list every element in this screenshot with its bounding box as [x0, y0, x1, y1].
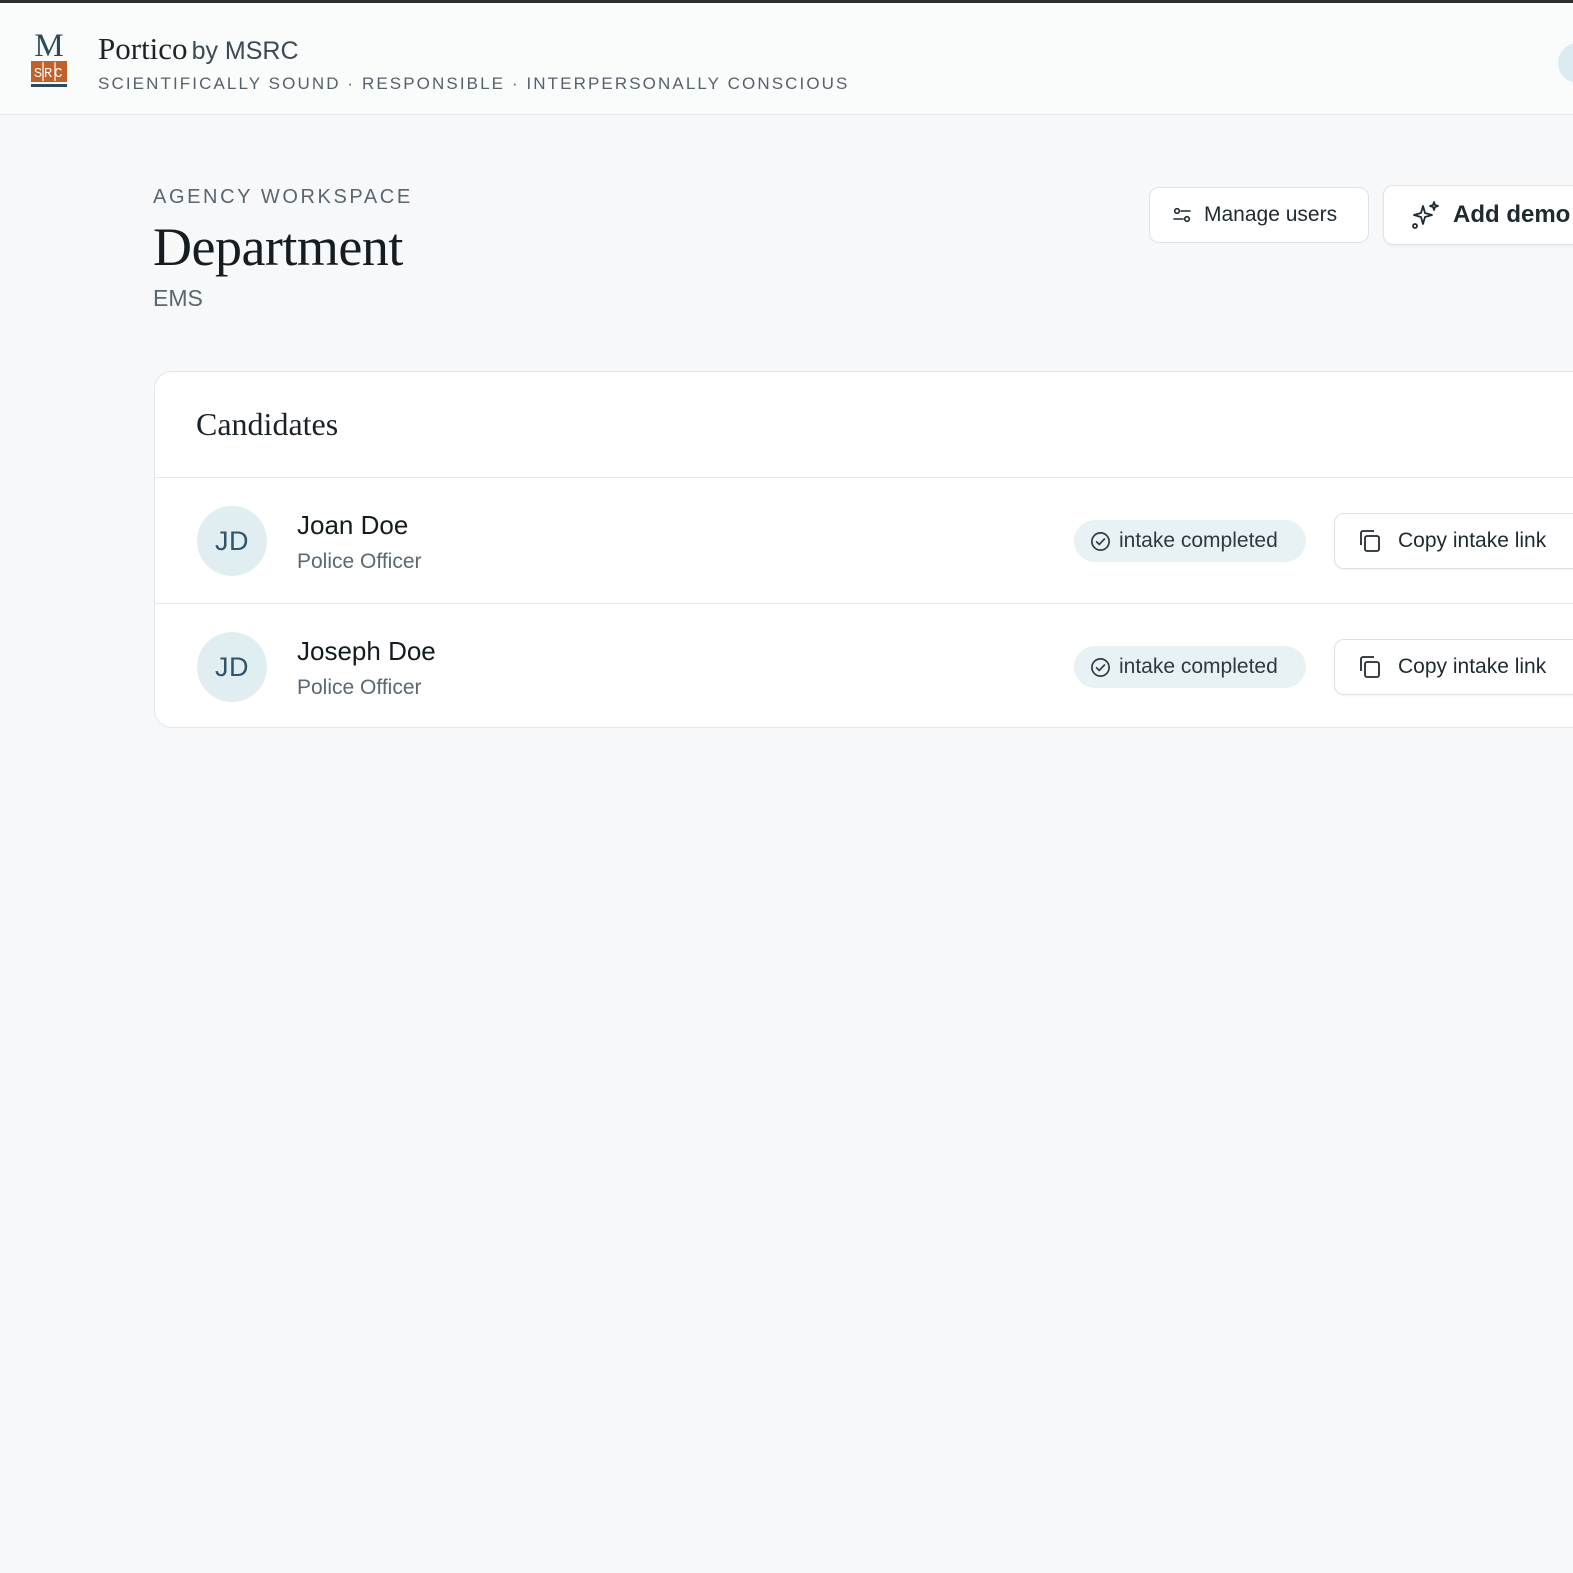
copy-intake-link-label: Copy intake link — [1398, 529, 1547, 552]
status-badge: intake completed — [1074, 646, 1306, 688]
sparkles-icon — [1412, 201, 1439, 229]
logo-sub: SRC — [34, 66, 65, 82]
workspace-eyebrow: AGENCY WORKSPACE — [153, 186, 413, 208]
brand-name: Portico — [98, 31, 188, 66]
candidate-row[interactable]: JD Joseph Doe Police Officer intake comp… — [155, 604, 1573, 729]
copy-icon — [1360, 656, 1380, 678]
copy-intake-link-button[interactable]: Copy intake link — [1334, 639, 1573, 695]
page-title: Department — [153, 217, 403, 277]
tagline: SCIENTIFICALLY SOUND · RESPONSIBLE · INT… — [98, 74, 850, 93]
candidate-row[interactable]: JD Joan Doe Police Officer intake comple… — [155, 478, 1573, 603]
candidates-title: Candidates — [196, 406, 339, 442]
brand-suffix: by MSRC — [191, 37, 299, 65]
check-circle-icon — [1091, 531, 1110, 551]
status-label: intake completed — [1119, 529, 1278, 552]
candidate-role: Police Officer — [297, 550, 422, 573]
candidates-card: Candidates JD Joan Doe Police Officer in… — [154, 371, 1573, 728]
check-circle-icon — [1091, 657, 1110, 677]
add-demo-label: Add demo — [1453, 201, 1571, 228]
sliders-icon — [1173, 207, 1191, 223]
status-badge: intake completed — [1074, 520, 1306, 562]
candidate-name: Joan Doe — [297, 510, 409, 540]
msrc-logo[interactable]: M SRC — [30, 30, 68, 88]
manage-users-button[interactable]: Manage users — [1149, 187, 1369, 243]
avatar: JD — [197, 506, 267, 576]
candidate-role: Police Officer — [297, 676, 422, 699]
logo-letter: M — [34, 30, 63, 64]
copy-intake-link-label: Copy intake link — [1398, 655, 1547, 678]
page-subtitle: EMS — [153, 285, 203, 311]
add-demo-button[interactable]: Add demo — [1383, 185, 1573, 245]
avatar: JD — [197, 632, 267, 702]
user-avatar[interactable] — [1558, 43, 1573, 83]
app-title: Portico by MSRC — [98, 31, 299, 67]
status-label: intake completed — [1119, 655, 1278, 678]
manage-users-label: Manage users — [1204, 203, 1338, 226]
copy-icon — [1360, 530, 1380, 552]
copy-intake-link-button[interactable]: Copy intake link — [1334, 513, 1573, 569]
candidate-name: Joseph Doe — [297, 636, 436, 666]
app-header: M SRC Portico by MSRC SCIENTIFICALLY SOUN… — [0, 3, 1573, 115]
